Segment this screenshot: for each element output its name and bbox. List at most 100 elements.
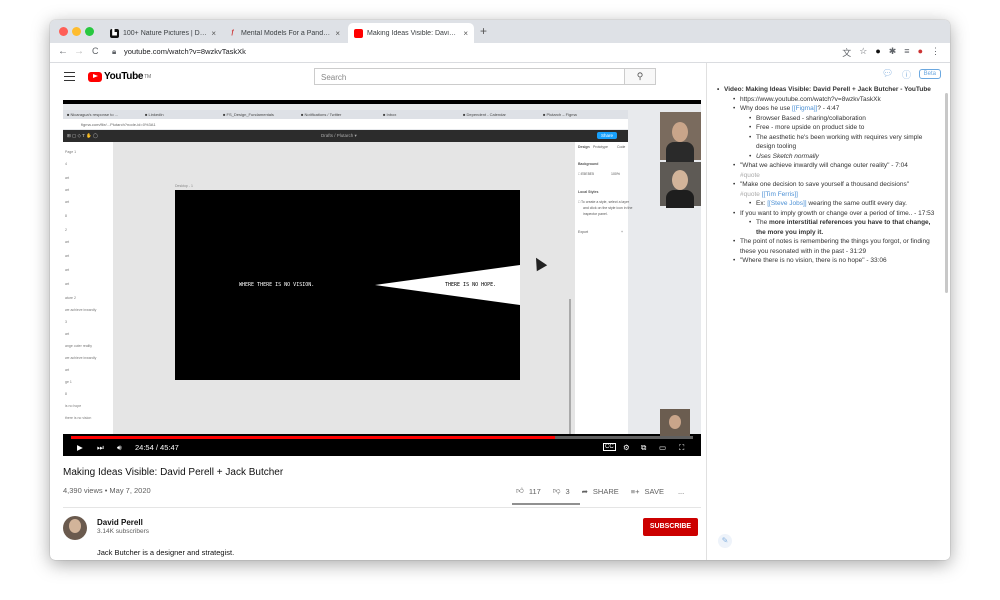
share-button[interactable]: SHARE: [593, 487, 619, 496]
like-ratio-bar: [512, 503, 580, 505]
tim-ferris-link[interactable]: [[Tim Ferris]]: [762, 191, 798, 198]
slide-frame: WHERE THERE IS NO VISION. THERE IS NO HO…: [175, 190, 520, 380]
play-icon[interactable]: ▶: [77, 443, 83, 452]
video-actions: 👍︎ 117 👎︎ 3 ➦ SHARE ≡+ SAVE ...: [516, 486, 689, 496]
video-description: Jack Butcher is a designer and strategis…: [97, 548, 235, 557]
info-icon[interactable]: ⓘ: [902, 68, 911, 81]
subscribe-button[interactable]: SUBSCRIBE: [643, 518, 698, 536]
notes-sidebar: 💬︎ ⓘ Beta Video: Making Ideas Visible: D…: [706, 63, 950, 560]
note-url[interactable]: https://www.youtube.com/watch?v=8wzkvTas…: [733, 95, 939, 105]
channel-avatar[interactable]: [63, 516, 87, 540]
toolbar: ← → C 🔒︎ youtube.com/watch?v=8wzkvTaskXk…: [50, 43, 950, 63]
search-input[interactable]: Search: [314, 68, 624, 85]
figma-link[interactable]: [[Figma]]: [792, 105, 817, 112]
progress-bar[interactable]: [71, 436, 693, 439]
progress-played: [71, 436, 555, 439]
note-figma-point: Free - more upside on product side to: [749, 123, 939, 133]
note-imply-sub: The more interstitial references you hav…: [749, 218, 939, 237]
comment-icon[interactable]: 💬︎: [882, 68, 893, 79]
mouse-cursor-icon: [530, 254, 548, 272]
note-imply-growth: If you want to imply growth or change ov…: [733, 209, 939, 238]
video-browser-url: figma.com/file/...Plutarch?node-id=0%3A1: [63, 119, 628, 129]
tab-nature-pictures[interactable]: ▙ 100+ Nature Pictures | Downlo ×: [104, 23, 222, 43]
divider: [63, 507, 701, 508]
note-example: Ex: [[Steve Jobs]] wearing the same outf…: [749, 199, 939, 209]
figma-design-panel: Design Prototype Code Background □ E5E5E5 1…: [575, 142, 632, 434]
next-icon[interactable]: ⏭: [97, 443, 104, 453]
miniplayer-icon[interactable]: ⧉: [641, 443, 646, 453]
tab-making-ideas-visible[interactable]: Making Ideas Visible: David Pe ×: [348, 23, 474, 43]
quote-tag[interactable]: #quote: [740, 172, 760, 179]
search-button[interactable]: ⚲: [624, 68, 656, 85]
like-icon[interactable]: 👍︎: [516, 486, 524, 496]
more-menu-icon[interactable]: ⋮: [931, 46, 940, 59]
maximize-window-button[interactable]: [85, 27, 94, 36]
dislike-icon[interactable]: 👎︎: [553, 486, 561, 496]
note-figma-point: The aesthetic he's been working with req…: [749, 133, 939, 152]
video-title: Making Ideas Visible: David Perell + Jac…: [63, 467, 284, 478]
youtube-header: YouTube TM Search ⚲: [50, 63, 706, 91]
figma-layers-panel: Page 1 4 art art art 8 2 art art art art ature …: [63, 142, 113, 434]
quote-tag[interactable]: #quote: [740, 191, 760, 198]
note-quote-2: "Make one decision to save yourself a th…: [733, 180, 939, 209]
notes-header: 💬︎ ⓘ Beta: [707, 63, 950, 85]
close-tab-icon[interactable]: ×: [463, 29, 468, 38]
browser-window: ▙ 100+ Nature Pictures | Downlo × ƒ Ment…: [50, 20, 950, 560]
puzzle-icon[interactable]: ✱: [889, 46, 897, 59]
address-bar[interactable]: youtube.com/watch?v=8wzkvTaskXk: [124, 47, 246, 56]
beta-badge: Beta: [918, 69, 941, 79]
bookmark-star-icon[interactable]: ☆: [859, 46, 867, 59]
new-tab-button[interactable]: +: [480, 24, 487, 38]
close-tab-icon[interactable]: ×: [335, 29, 340, 38]
search-icon: ⚲: [636, 71, 644, 81]
reading-list-icon[interactable]: ≡: [904, 46, 909, 59]
steve-jobs-link[interactable]: [[Steve Jobs]]: [767, 200, 806, 207]
close-tab-icon[interactable]: ×: [211, 29, 216, 38]
edit-pencil-icon[interactable]: ✎: [718, 534, 732, 548]
share-icon[interactable]: ➦: [582, 487, 588, 496]
back-button[interactable]: ←: [58, 46, 68, 57]
channel-name[interactable]: David Perell: [97, 518, 143, 527]
minimize-window-button[interactable]: [72, 27, 81, 36]
note-why-figma: Why does he use [[Figma]]? - 4:47 Browse…: [733, 104, 939, 161]
subscriber-count: 3.14K subscribers: [97, 528, 150, 535]
slide-text-right: THERE IS NO HOPE.: [445, 282, 497, 288]
video-browser-tabs: ■ Nicaragua's response to ... ■ LinkedIn…: [63, 110, 628, 119]
fullscreen-icon[interactable]: ⛶: [679, 443, 684, 453]
tab-strip: ▙ 100+ Nature Pictures | Downlo × ƒ Ment…: [50, 20, 950, 43]
save-icon[interactable]: ≡+: [631, 487, 640, 496]
menu-hamburger-icon[interactable]: [64, 72, 75, 81]
save-button[interactable]: SAVE: [645, 487, 664, 496]
note-figma-point: Browser Based - sharing/collaboration: [749, 114, 939, 124]
notes-body: Video: Making Ideas Visible: David Perel…: [717, 85, 939, 266]
note-quote-1: "What we achieve inwardly will change ou…: [733, 161, 939, 180]
settings-gear-icon[interactable]: ⚙: [623, 443, 630, 452]
lock-icon: 🔒︎: [112, 47, 117, 56]
close-window-button[interactable]: [59, 27, 68, 36]
youtube-logo[interactable]: YouTube TM: [88, 71, 151, 82]
note-point-of-notes: The point of notes is remembering the th…: [733, 237, 939, 256]
webcam-thumbnail-jack: [660, 112, 701, 162]
youtube-icon: [354, 28, 363, 38]
tab-mental-models[interactable]: ƒ Mental Models For a Pandemic ×: [222, 23, 346, 43]
figma-toolbar: ⊞ ▢ ◇ T ✋ ◯ Drafts / Plutarch ▾ Share: [63, 130, 628, 142]
volume-icon[interactable]: 🔊︎: [117, 443, 122, 453]
like-count[interactable]: 117: [529, 487, 541, 496]
figma-scrollbar: [569, 299, 571, 434]
captions-icon[interactable]: CC: [603, 443, 616, 451]
dislike-count[interactable]: 3: [565, 487, 569, 496]
youtube-play-icon: [88, 71, 102, 82]
forward-button[interactable]: →: [74, 46, 84, 57]
notes-scrollbar[interactable]: [945, 93, 948, 293]
reload-button[interactable]: C: [92, 46, 99, 56]
video-player[interactable]: ■ Nicaragua's response to ... ■ LinkedIn…: [63, 100, 701, 456]
theater-mode-icon[interactable]: ▭: [659, 443, 666, 452]
profile-avatar-icon[interactable]: ●: [918, 46, 923, 59]
extension-circle-icon[interactable]: ●: [875, 46, 880, 59]
note-vision-quote: "Where there is no vision, there is no h…: [733, 256, 939, 266]
video-frame: ■ Nicaragua's response to ... ■ LinkedIn…: [63, 104, 701, 437]
more-actions-button[interactable]: ...: [678, 487, 684, 496]
note-video-title: Video: Making Ideas Visible: David Perel…: [717, 85, 939, 266]
translate-icon[interactable]: 文: [842, 46, 851, 59]
video-meta: 4,390 views • May 7, 2020: [63, 486, 151, 495]
